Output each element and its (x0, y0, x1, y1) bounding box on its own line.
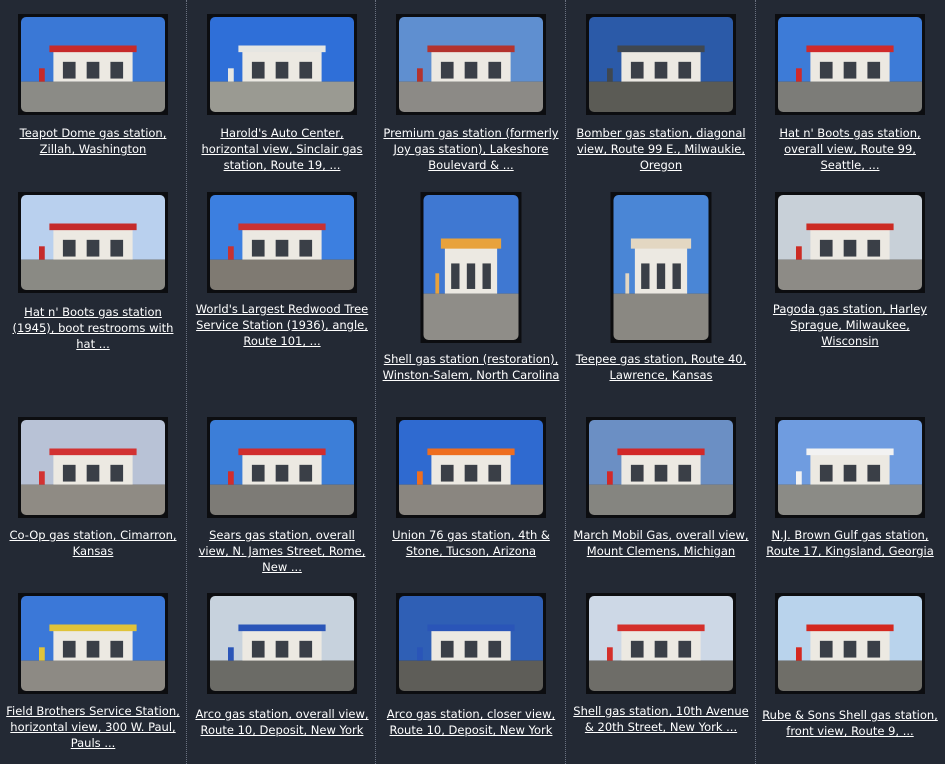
column-divider (375, 0, 376, 764)
caption-link[interactable]: Sears gas station, overall view, N. Jame… (193, 527, 371, 575)
thumbnail-link[interactable] (207, 192, 357, 293)
thumbnail-link[interactable] (207, 417, 357, 518)
photo-thumbnail (778, 420, 922, 515)
caption-link[interactable]: Hat n' Boots gas station (1945), boot re… (4, 304, 182, 352)
caption-link[interactable]: Rube & Sons Shell gas station, front vie… (761, 707, 939, 739)
caption-link[interactable]: March Mobil Gas, overall view, Mount Cle… (572, 527, 750, 559)
caption-link[interactable]: Teapot Dome gas station, Zillah, Washing… (4, 125, 182, 157)
caption-link[interactable]: N.J. Brown Gulf gas station, Route 17, K… (761, 527, 939, 559)
thumbnail-link[interactable] (586, 14, 736, 115)
caption-link[interactable]: Harold's Auto Center, horizontal view, S… (193, 125, 371, 173)
caption-link[interactable]: Arco gas station, overall view, Route 10… (193, 706, 371, 738)
photo-thumbnail (399, 596, 543, 691)
photo-thumbnail (21, 420, 165, 515)
photo-thumbnail (589, 17, 733, 112)
thumbnail-link[interactable] (586, 417, 736, 518)
caption-link[interactable]: Premium gas station (formerly Joy gas st… (382, 125, 560, 173)
photo-thumbnail (210, 195, 354, 290)
thumbnail-link[interactable] (610, 192, 712, 343)
thumbnail-link[interactable] (396, 417, 546, 518)
photo-thumbnail (21, 195, 165, 290)
thumbnail-link[interactable] (396, 14, 546, 115)
thumbnail-link[interactable] (775, 192, 925, 293)
thumbnail-link[interactable] (775, 14, 925, 115)
caption-link[interactable]: Co-Op gas station, Cimarron, Kansas (4, 527, 182, 559)
thumbnail-link[interactable] (775, 417, 925, 518)
photo-thumbnail (589, 596, 733, 691)
photo-thumbnail (778, 596, 922, 691)
photo-gallery-grid: Teapot Dome gas station, Zillah, Washing… (0, 0, 945, 764)
caption-link[interactable]: Union 76 gas station, 4th & Stone, Tucso… (382, 527, 560, 559)
column-divider (186, 0, 187, 764)
caption-link[interactable]: Field Brothers Service Station, horizont… (4, 703, 182, 751)
column-divider (565, 0, 566, 764)
photo-thumbnail (210, 420, 354, 515)
photo-thumbnail (399, 420, 543, 515)
thumbnail-link[interactable] (420, 192, 522, 343)
thumbnail-link[interactable] (18, 14, 168, 115)
thumbnail-link[interactable] (775, 593, 925, 694)
photo-thumbnail (778, 17, 922, 112)
thumbnail-link[interactable] (396, 593, 546, 694)
photo-thumbnail (423, 195, 519, 340)
caption-link[interactable]: Arco gas station, closer view, Route 10,… (382, 706, 560, 738)
caption-link[interactable]: Pagoda gas station, Harley Sprague, Milw… (761, 301, 939, 349)
photo-thumbnail (210, 17, 354, 112)
photo-thumbnail (399, 17, 543, 112)
caption-link[interactable]: Hat n' Boots gas station, overall view, … (761, 125, 939, 173)
photo-thumbnail (778, 195, 922, 290)
thumbnail-link[interactable] (18, 593, 168, 694)
caption-link[interactable]: Bomber gas station, diagonal view, Route… (572, 125, 750, 173)
thumbnail-link[interactable] (207, 593, 357, 694)
thumbnail-link[interactable] (207, 14, 357, 115)
thumbnail-link[interactable] (18, 192, 168, 293)
photo-thumbnail (210, 596, 354, 691)
caption-link[interactable]: World's Largest Redwood Tree Service Sta… (193, 301, 371, 349)
caption-link[interactable]: Teepee gas station, Route 40, Lawrence, … (572, 351, 750, 383)
photo-thumbnail (613, 195, 709, 340)
caption-link[interactable]: Shell gas station (restoration), Winston… (382, 351, 560, 383)
caption-link[interactable]: Shell gas station, 10th Avenue & 20th St… (572, 703, 750, 735)
photo-thumbnail (21, 596, 165, 691)
photo-thumbnail (21, 17, 165, 112)
thumbnail-link[interactable] (586, 593, 736, 694)
photo-thumbnail (589, 420, 733, 515)
column-divider (755, 0, 756, 764)
thumbnail-link[interactable] (18, 417, 168, 518)
